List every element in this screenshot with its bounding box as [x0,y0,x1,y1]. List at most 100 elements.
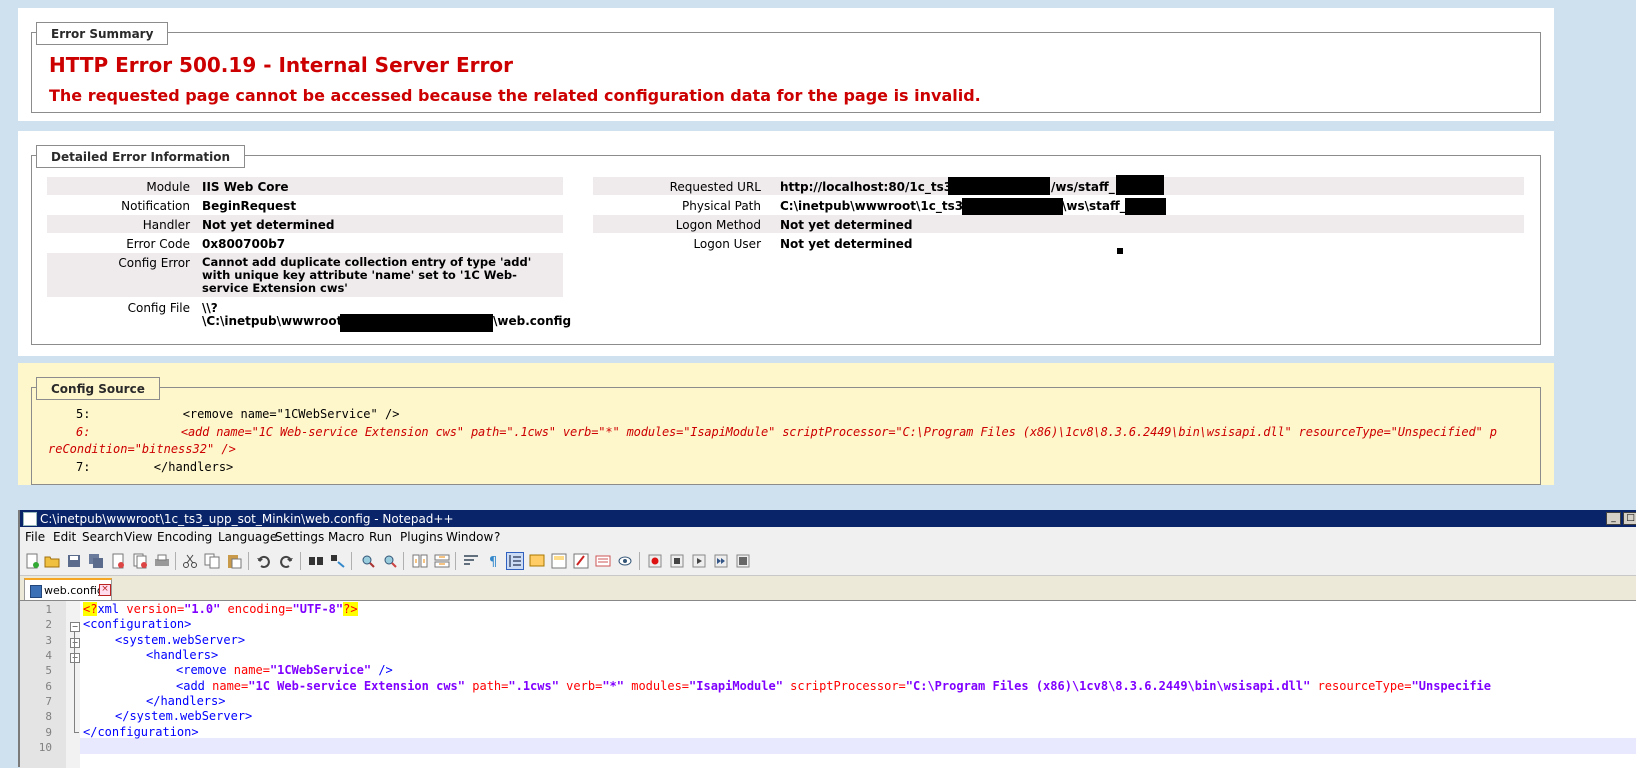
detail-value-a: http://localhost:80/1c_ts3_ [780,180,959,194]
detail-value-a: C:\inetpub\wwwroot\1c_ts3_ [780,199,970,213]
detail-row-logon-user: Logon User Not yet determined [593,234,1524,252]
notepad-title-bar[interactable]: C:\inetpub\wwwroot\1c_ts3_upp_sot_Minkin… [20,510,1636,527]
token: /> [371,663,393,677]
redaction-block [948,177,1050,195]
play-macro-icon[interactable] [691,553,707,569]
menu-search[interactable]: Search [82,530,123,544]
new-file-icon[interactable] [24,553,40,569]
folder-workspace-icon[interactable] [595,553,611,569]
menu-encoding[interactable]: Encoding [157,530,212,544]
open-file-icon[interactable] [44,553,60,569]
run-macro-multiple-icon[interactable] [713,553,729,569]
copy-icon[interactable] [204,553,220,569]
word-wrap-icon[interactable] [463,553,479,569]
line-number: 7 [45,695,52,708]
zoom-in-icon[interactable] [360,553,376,569]
fold-collapse-icon[interactable]: − [70,638,80,648]
replace-icon[interactable] [330,553,346,569]
indent-guide-icon[interactable] [506,552,524,570]
doc-map-icon[interactable] [551,553,567,569]
detail-row-requested-url: Requested URL http://localhost:80/1c_ts3… [593,177,1524,195]
token: <add [176,679,205,693]
line-number: 9 [45,726,52,739]
line-number: 1 [45,603,52,616]
detail-label: Physical Path [682,199,761,213]
zoom-out-icon[interactable] [382,553,398,569]
detail-value: Cannot add duplicate collection entry of… [202,255,532,295]
source-line-number: 5: [76,407,91,421]
find-icon[interactable] [308,553,324,569]
menu-language[interactable]: Language [218,530,277,544]
error-title: HTTP Error 500.19 - Internal Server Erro… [49,53,513,77]
redaction-block [340,314,493,332]
print-icon[interactable] [154,553,170,569]
maximize-icon[interactable]: □ [1623,512,1636,525]
detailed-error-legend: Detailed Error Information [36,145,246,168]
token: name= [204,679,249,693]
menu-view[interactable]: View [124,530,152,544]
menu-settings[interactable]: Settings [275,530,324,544]
tab-web-config[interactable]: web.config × [24,578,112,601]
close-icon[interactable] [110,553,126,569]
redo-icon[interactable] [278,553,294,569]
save-icon[interactable] [66,553,82,569]
fold-collapse-icon[interactable]: − [70,653,80,663]
sync-vertical-icon[interactable] [412,553,428,569]
detail-row-module: Module IIS Web Core [47,177,563,195]
undo-icon[interactable] [256,553,272,569]
line-number: 10 [38,741,52,754]
token: <? [83,602,98,616]
line-number: 5 [45,664,52,677]
record-macro-icon[interactable] [647,553,663,569]
stop-macro-icon[interactable] [669,553,685,569]
fold-guide-end [74,732,79,733]
save-all-icon[interactable] [88,553,104,569]
token: resourceType= [1310,679,1412,693]
sync-horizontal-icon[interactable] [434,553,450,569]
save-macro-icon[interactable] [735,553,751,569]
toolbar-separator [175,552,176,570]
token: <remove [176,663,227,677]
tab-close-icon[interactable]: × [99,584,111,596]
menu-plugins[interactable]: Plugins [400,530,443,544]
user-language-icon[interactable] [529,553,545,569]
detail-label: Handler [142,218,190,232]
detail-row-logon-method: Logon Method Not yet determined [593,215,1524,233]
token: <handlers> [146,648,219,662]
code-line-9: </configuration> [83,725,199,739]
detail-value: Not yet determined [780,237,913,251]
notepad-app-icon [23,512,37,526]
toolbar-separator [403,552,404,570]
redaction-dot [1117,248,1123,254]
detail-value: BeginRequest [202,199,297,213]
detail-label: Logon Method [675,218,761,232]
line-number: 8 [45,710,52,723]
menu-file[interactable]: File [25,530,45,544]
menu-help[interactable]: ? [494,530,500,544]
function-list-icon[interactable] [573,553,589,569]
source-line-number: 7: [76,460,91,474]
detail-label: Requested URL [669,180,761,194]
toolbar-separator [300,552,301,570]
detail-label: Config File [127,301,190,315]
menu-edit[interactable]: Edit [53,530,76,544]
cut-icon[interactable] [182,553,198,569]
monitoring-icon[interactable] [617,553,633,569]
paste-icon[interactable] [226,553,242,569]
detail-value-b: \ws\staff_ [1062,199,1126,213]
menu-macro[interactable]: Macro [328,530,364,544]
menu-window[interactable]: Window [446,530,493,544]
notepad-window: C:\inetpub\wwwroot\1c_ts3_upp_sot_Minkin… [18,510,1636,768]
token: "UTF-8" [292,602,344,616]
code-editor[interactable]: 1 2 3 4 5 6 7 8 9 10 − − − <?xml version… [20,600,1636,768]
line-number: 2 [45,618,52,631]
fold-collapse-icon[interactable]: − [70,622,80,632]
menu-run[interactable]: Run [369,530,392,544]
token: path= [465,679,509,693]
code-line-2: <configuration> [83,617,191,631]
toolbar-separator [639,552,640,570]
error-summary-legend: Error Summary [36,22,169,45]
minimize-icon[interactable]: _ [1606,512,1621,525]
show-all-chars-icon[interactable]: ¶ [485,553,501,569]
close-all-icon[interactable] [132,553,148,569]
